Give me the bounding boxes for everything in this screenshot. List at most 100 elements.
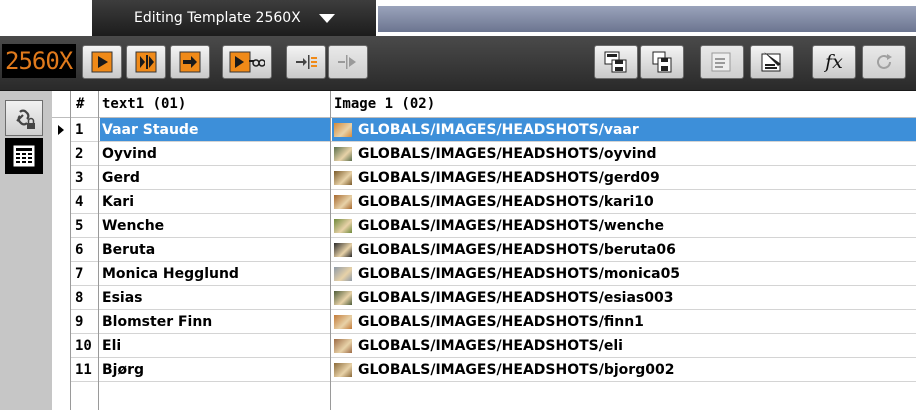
table-row[interactable]: 8 Esias GLOBALS/IMAGES/HEADSHOTS/esias003 xyxy=(52,286,916,310)
title-bar: Editing Template 2560X xyxy=(0,0,916,36)
column-header-number[interactable]: # xyxy=(76,91,98,117)
table-icon xyxy=(13,145,35,167)
left-rail xyxy=(0,91,52,410)
headshot-thumbnail xyxy=(334,363,352,377)
text-cell[interactable]: Bjørg xyxy=(100,358,330,382)
link-lock-button[interactable] xyxy=(5,100,43,136)
row-selector[interactable] xyxy=(52,214,70,238)
row-number: 2 xyxy=(75,146,84,162)
function-icon: fx xyxy=(825,51,843,73)
play-connect-button[interactable] xyxy=(222,45,272,79)
row-selector[interactable] xyxy=(52,286,70,310)
function-button[interactable]: fx xyxy=(812,45,856,79)
table-row[interactable]: 3 Gerd GLOBALS/IMAGES/HEADSHOTS/gerd09 xyxy=(52,166,916,190)
table-row[interactable]: 1 Vaar Staude GLOBALS/IMAGES/HEADSHOTS/vaa… xyxy=(52,118,916,142)
row-selector[interactable] xyxy=(52,334,70,358)
text-cell[interactable]: Eli xyxy=(100,334,330,358)
data-grid: # text1 (01) Image 1 (02) 1 Vaar Staude GL… xyxy=(52,91,916,410)
row-number: 9 xyxy=(75,314,84,330)
text-cell[interactable]: Esias xyxy=(100,286,330,310)
row-selector[interactable] xyxy=(52,358,70,382)
row-selector[interactable] xyxy=(52,238,70,262)
row-number: 6 xyxy=(75,242,84,258)
image-cell[interactable]: GLOBALS/IMAGES/HEADSHOTS/vaar xyxy=(332,118,916,142)
table-row[interactable]: 5 Wenche GLOBALS/IMAGES/HEADSHOTS/wenche xyxy=(52,214,916,238)
headshot-thumbnail xyxy=(334,339,352,353)
image-cell[interactable]: GLOBALS/IMAGES/HEADSHOTS/eli xyxy=(332,334,916,358)
text-cell[interactable]: Monica Hegglund xyxy=(100,262,330,286)
script-tools-button[interactable] xyxy=(750,45,794,79)
text-cell[interactable]: Kari xyxy=(100,190,330,214)
image-cell[interactable]: GLOBALS/IMAGES/HEADSHOTS/wenche xyxy=(332,214,916,238)
save-template-button[interactable] xyxy=(594,45,638,79)
play-button[interactable] xyxy=(82,45,122,79)
table-row[interactable]: 10 Eli GLOBALS/IMAGES/HEADSHOTS/eli xyxy=(52,334,916,358)
headshot-thumbnail xyxy=(334,243,352,257)
headshot-thumbnail xyxy=(334,219,352,233)
play-connect-icon xyxy=(229,51,265,73)
text-cell[interactable]: Blomster Finn xyxy=(100,310,330,334)
table-row[interactable]: 7 Monica Hegglund GLOBALS/IMAGES/HEADSHOTS… xyxy=(52,262,916,286)
continue-button[interactable] xyxy=(170,45,210,79)
take-out-button[interactable] xyxy=(328,45,368,79)
row-number: 1 xyxy=(75,122,84,138)
text-cell[interactable]: Vaar Staude xyxy=(100,118,330,142)
table-view-button[interactable] xyxy=(5,138,43,174)
row-number: 3 xyxy=(75,170,84,186)
frame-counter: 2560X xyxy=(2,44,76,78)
row-selector[interactable] xyxy=(52,310,70,334)
image-cell[interactable]: GLOBALS/IMAGES/HEADSHOTS/gerd09 xyxy=(332,166,916,190)
image-cell[interactable]: GLOBALS/IMAGES/HEADSHOTS/finn1 xyxy=(332,310,916,334)
refresh-button[interactable] xyxy=(862,45,906,79)
headshot-thumbnail xyxy=(334,147,352,161)
text-cell[interactable]: Gerd xyxy=(100,166,330,190)
image-cell[interactable]: GLOBALS/IMAGES/HEADSHOTS/monica05 xyxy=(332,262,916,286)
caret-down-icon[interactable] xyxy=(319,14,335,23)
edit-script-button[interactable] xyxy=(700,45,744,79)
image-cell[interactable]: GLOBALS/IMAGES/HEADSHOTS/kari10 xyxy=(332,190,916,214)
image-cell[interactable]: GLOBALS/IMAGES/HEADSHOTS/oyvind xyxy=(332,142,916,166)
grid-header: # text1 (01) Image 1 (02) xyxy=(52,91,916,118)
table-row[interactable]: 4 Kari GLOBALS/IMAGES/HEADSHOTS/kari10 xyxy=(52,190,916,214)
row-number: 11 xyxy=(75,362,92,378)
image-cell[interactable]: GLOBALS/IMAGES/HEADSHOTS/beruta06 xyxy=(332,238,916,262)
play-icon xyxy=(91,51,113,73)
toolbar: 2560X fx xyxy=(0,36,916,91)
text-cell[interactable]: Beruta xyxy=(100,238,330,262)
play-pause-icon xyxy=(135,51,157,73)
script-tools-icon xyxy=(761,52,781,72)
refresh-icon xyxy=(877,54,892,69)
row-number: 8 xyxy=(75,290,84,306)
row-number: 7 xyxy=(75,266,84,282)
row-selector[interactable] xyxy=(52,166,70,190)
text-cell[interactable]: Oyvind xyxy=(100,142,330,166)
current-row-arrow-icon xyxy=(58,125,64,135)
row-selector[interactable] xyxy=(52,190,70,214)
row-selector[interactable] xyxy=(52,262,70,286)
take-in-button[interactable] xyxy=(286,45,326,79)
table-row[interactable]: 6 Beruta GLOBALS/IMAGES/HEADSHOTS/beruta06 xyxy=(52,238,916,262)
continue-arrow-icon xyxy=(179,51,201,73)
row-selector[interactable] xyxy=(52,118,70,142)
image-cell[interactable]: GLOBALS/IMAGES/HEADSHOTS/bjorg002 xyxy=(332,358,916,382)
row-number: 5 xyxy=(75,218,84,234)
save-template-icon xyxy=(604,51,627,73)
column-header-image1[interactable]: Image 1 (02) xyxy=(334,91,914,117)
row-selector[interactable] xyxy=(52,142,70,166)
play-pause-button[interactable] xyxy=(126,45,166,79)
headshot-thumbnail xyxy=(334,291,352,305)
table-row[interactable]: 11 Bjørg GLOBALS/IMAGES/HEADSHOTS/bjorg002 xyxy=(52,358,916,382)
image-cell[interactable]: GLOBALS/IMAGES/HEADSHOTS/esias003 xyxy=(332,286,916,310)
template-title: Editing Template 2560X xyxy=(134,10,301,26)
row-divider xyxy=(70,381,916,382)
text-cell[interactable]: Wenche xyxy=(100,214,330,238)
row-number: 10 xyxy=(75,338,92,354)
grid-separator xyxy=(98,91,99,410)
table-row[interactable]: 2 Oyvind GLOBALS/IMAGES/HEADSHOTS/oyvind xyxy=(52,142,916,166)
column-header-text1[interactable]: text1 (01) xyxy=(102,91,330,117)
template-tab[interactable]: Editing Template 2560X xyxy=(92,0,376,36)
headshot-thumbnail xyxy=(334,171,352,185)
save-button[interactable] xyxy=(640,45,684,79)
table-row[interactable]: 9 Blomster Finn GLOBALS/IMAGES/HEADSHOTS/f… xyxy=(52,310,916,334)
grid-separator xyxy=(70,91,71,410)
